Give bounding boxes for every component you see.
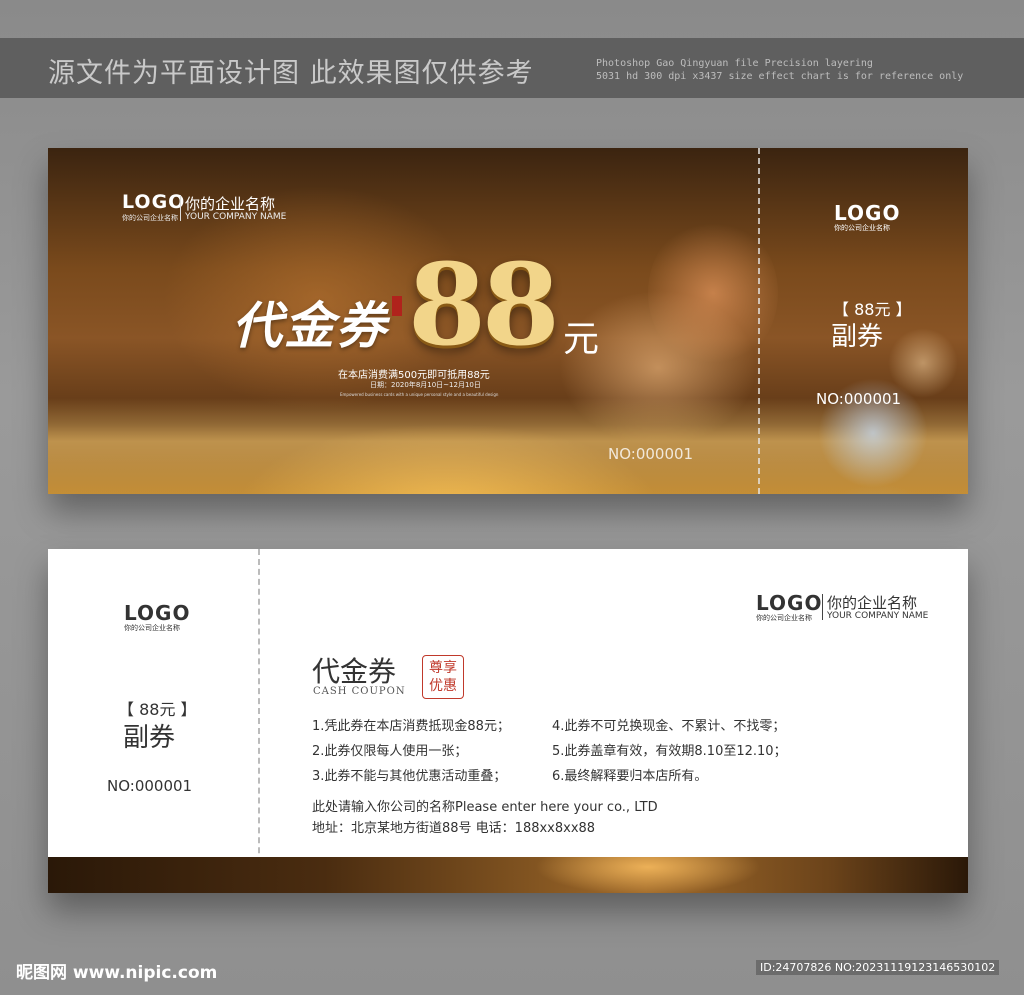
red-seal-stamp: 尊享 优惠 <box>422 655 464 699</box>
watermark-site: 昵图网 www.nipic.com <box>16 963 218 983</box>
logo: LOGO <box>124 601 191 625</box>
currency-unit: 元 <box>563 319 600 360</box>
seal-line: 尊享 <box>429 660 457 676</box>
stub-label: 副券 <box>831 322 884 352</box>
stub-serial-number: NO:000001 <box>816 390 902 408</box>
logo-divider <box>180 195 181 221</box>
term-item: 1.凭此券在本店消费抵现金88元； <box>312 719 510 734</box>
banner-en-line2: 5031 hd 300 dpi x3437 size effect chart … <box>596 71 964 82</box>
address-phone-line: 地址：北京某地方街道88号 电话：188xx8xx88 <box>312 821 596 836</box>
logo: LOGO <box>122 191 186 213</box>
terms-row: 1.凭此券在本店消费抵现金88元； 4.此券不可兑换现金、不累计、不找零； <box>312 714 785 739</box>
company-name-en: YOUR COMPANY NAME <box>185 212 287 222</box>
watermark-id: ID:24707826 NO:20231119123146530102 <box>756 960 1000 975</box>
terms-list: 1.凭此券在本店消费抵现金88元； 4.此券不可兑换现金、不累计、不找零； 2.… <box>312 714 787 789</box>
top-banner: 源文件为平面设计图 此效果图仅供参考 Photoshop Gao Qingyua… <box>0 38 1024 98</box>
contact-info: 此处请输入你公司的名称Please enter here your co., L… <box>312 797 658 839</box>
banner-cn-text: 源文件为平面设计图 此效果图仅供参考 <box>48 58 534 89</box>
terms-row: 2.此券仅限每人使用一张； 5.此券盖章有效，有效期8.10至12.10； <box>312 739 787 764</box>
serial-number: NO:000001 <box>608 445 694 463</box>
fine-print: Empowered business cards with a unique p… <box>340 392 499 397</box>
bokeh-orb <box>888 328 958 398</box>
coupon-back: LOGO 你的公司企业名称 【 88元 】 副券 NO:000001 LOGO … <box>48 549 968 893</box>
term-item: 2.此券仅限每人使用一张； <box>312 744 468 759</box>
company-placeholder-line: 此处请输入你公司的名称Please enter here your co., L… <box>312 800 658 815</box>
stub-serial-number: NO:000001 <box>107 777 193 795</box>
coupon-date: 日期：2020年8月10日~12月10日 <box>370 381 481 389</box>
seal-line: 优惠 <box>429 678 457 694</box>
back-logo-block: LOGO 你的公司企业名称 你的企业名称 YOUR COMPANY NAME <box>756 591 928 622</box>
banner-en-text: Photoshop Gao Qingyuan file Precision la… <box>596 57 963 83</box>
coupon-title: 代金券 <box>232 296 388 355</box>
term-item: 4.此券不可兑换现金、不累计、不找零； <box>552 719 786 734</box>
terms-row: 3.此券不能与其他优惠活动重叠； 6.最终解释要归本店所有。 <box>312 764 707 789</box>
logo-divider <box>822 594 823 620</box>
perforation-line <box>758 148 760 494</box>
term-item: 5.此券盖章有效，有效期8.10至12.10； <box>552 744 787 759</box>
coupon-description: 在本店消费满500元即可抵用88元 <box>338 370 490 381</box>
perforation-line <box>258 549 260 893</box>
coupon-heading-en: CASH COUPON <box>313 686 406 697</box>
stub-logo-block: LOGO 你的公司企业名称 <box>834 201 900 233</box>
logo-subtitle: 你的公司企业名称 <box>756 614 812 622</box>
stub-label: 副券 <box>123 723 176 753</box>
banner-en-line1: Photoshop Gao Qingyuan file Precision la… <box>596 58 873 69</box>
coupon-amount: 88 <box>408 240 560 371</box>
logo: LOGO <box>834 201 901 225</box>
coupon-front: LOGO 你的公司企业名称 你的企业名称 YOUR COMPANY NAME 代… <box>48 148 968 494</box>
company-name-cn: 你的企业名称 <box>827 594 918 612</box>
term-item: 3.此券不能与其他优惠活动重叠； <box>312 769 507 784</box>
red-seal-mark <box>392 296 402 316</box>
company-name-en: YOUR COMPANY NAME <box>827 611 929 621</box>
logo-subtitle: 你的公司企业名称 <box>122 214 178 222</box>
term-item: 6.最终解释要归本店所有。 <box>552 769 708 784</box>
company-name-cn: 你的企业名称 <box>185 195 276 213</box>
stub-logo-block: LOGO 你的公司企业名称 <box>124 601 190 633</box>
bottom-gold-bar <box>48 857 968 893</box>
coupon-heading: 代金券 <box>312 655 397 688</box>
front-logo-block: LOGO 你的公司企业名称 你的企业名称 YOUR COMPANY NAME <box>122 191 286 222</box>
logo: LOGO <box>756 591 823 615</box>
